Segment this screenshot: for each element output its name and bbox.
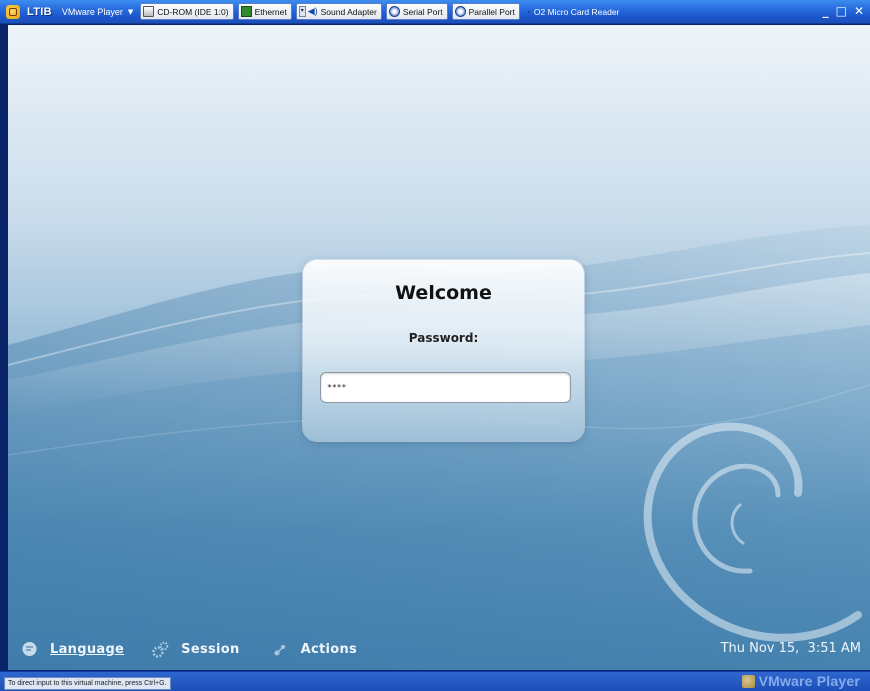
serial-port-icon [388,6,400,17]
clock: Thu Nov 15, 3:51 AM [720,641,861,656]
maximize-button[interactable]: □ [836,3,847,19]
language-menu-label: Language [50,641,125,657]
actions-icon [274,644,285,655]
device-ethernet-button[interactable]: Ethernet [237,3,292,20]
device-label: CD-ROM (IDE 1:0) [157,6,229,17]
card-reader-icon [527,10,530,13]
device-label: Sound Adapter [320,6,377,17]
status-bar: To direct input to this virtual machine,… [0,671,870,691]
actions-menu-label: Actions [300,641,358,657]
password-label: Password: [408,331,479,345]
sound-icon: ◀) [307,6,318,16]
login-menu-bar: Language Session Actions Thu Nov 15, 3:5… [8,637,870,661]
password-input[interactable] [320,372,571,403]
device-label: Serial Port [402,6,443,17]
input-hint: To direct input to this virtual machine,… [4,677,171,690]
session-menu[interactable]: Session [152,641,239,658]
device-serial-port-button[interactable]: Serial Port [385,3,448,20]
device-label: Ethernet [254,6,287,17]
chevron-down-icon[interactable]: ▼ [128,8,133,16]
device-cdrom-button[interactable]: CD-ROM (IDE 1:0) [140,3,234,20]
close-button[interactable]: ✕ [854,3,864,19]
vmware-logo-icon [741,674,755,688]
device-label: Parallel Port [468,6,515,17]
login-dialog: Welcome Password: [303,260,584,441]
ethernet-icon [240,6,252,17]
actions-menu[interactable]: Actions [272,641,357,658]
language-menu[interactable]: Language [21,641,124,658]
window-title: LTIB [27,5,52,18]
welcome-title: Welcome [395,282,492,304]
session-menu-label: Session [181,641,240,657]
device-sound-button[interactable]: ▾ ◀) Sound Adapter [295,3,382,20]
window-controls: _ □ ✕ [823,3,864,19]
cdrom-icon [143,6,155,17]
vmware-player-menu[interactable]: VMware Player [62,7,123,17]
vmware-player-branding: VMware Player [741,673,860,689]
minimize-button[interactable]: _ [823,3,829,19]
title-bar: LTIB VMware Player ▼ CD-ROM (IDE 1:0) Et… [0,0,870,24]
speech-bubble-icon [22,641,37,656]
parallel-port-icon [454,6,466,17]
brand-label: VMware Player [758,673,860,689]
device-card-reader-button[interactable]: O2 Micro Card Reader [527,6,620,17]
chevron-down-icon[interactable]: ▾ [298,6,306,17]
device-label: O2 Micro Card Reader [533,6,620,17]
vmware-app-icon [6,4,20,19]
gears-icon [152,641,169,658]
virtual-machine-screen[interactable]: Welcome Password: Language Session A [8,25,870,670]
device-parallel-port-button[interactable]: Parallel Port [451,3,520,20]
